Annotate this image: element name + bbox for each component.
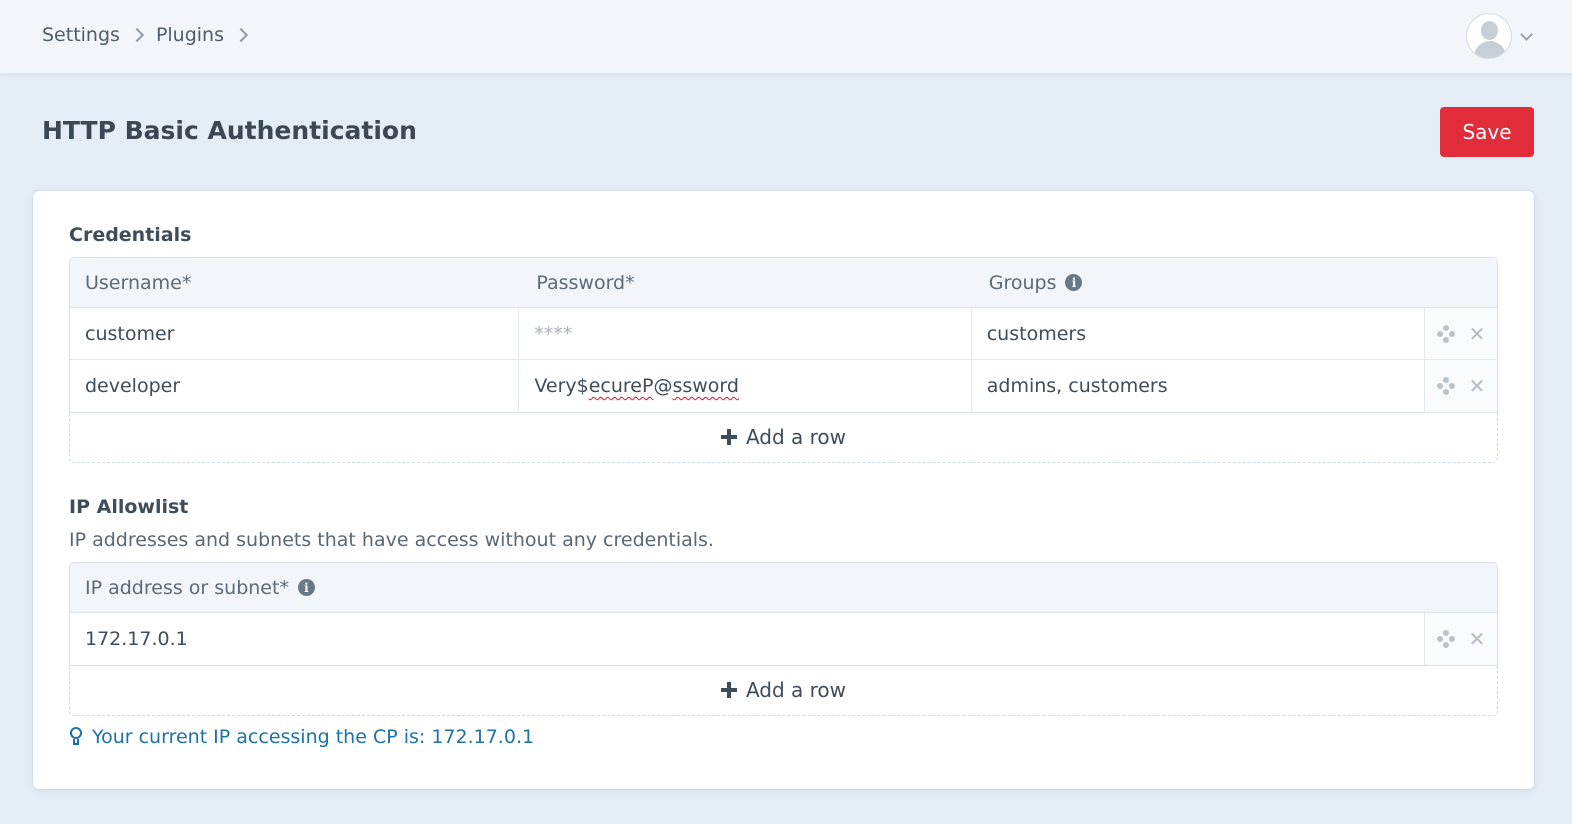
delete-row-icon[interactable]: ✕ <box>1469 376 1486 396</box>
chevron-right-icon <box>129 27 145 43</box>
ip-allowlist-description: IP addresses and subnets that have acces… <box>69 529 714 551</box>
ip-allowlist-table-header: IP address or subnet* i <box>70 563 1497 613</box>
column-groups: Groups i <box>974 258 1425 307</box>
delete-row-icon[interactable]: ✕ <box>1469 324 1486 344</box>
groups-input[interactable]: customers <box>972 308 1426 359</box>
move-icon[interactable] <box>1436 324 1455 343</box>
row-actions: ✕ <box>1425 308 1497 359</box>
username-input[interactable]: developer <box>70 360 520 412</box>
table-row: developer Very$ecureP@ssword admins, cus… <box>70 360 1497 412</box>
add-row-label: Add a row <box>745 677 847 702</box>
user-icon-body <box>1474 41 1506 58</box>
move-icon[interactable] <box>1436 630 1455 648</box>
column-username-label: Username* <box>85 271 192 294</box>
current-ip-text: Your current IP accessing the CP is: 172… <box>92 726 535 748</box>
groups-input[interactable]: admins, customers <box>972 360 1426 412</box>
top-bar: Settings Plugins <box>0 0 1572 74</box>
password-part-misspelled: ssword <box>672 375 739 397</box>
column-ip-address-label: IP address or subnet* <box>85 576 289 599</box>
add-row-label: Add a row <box>745 424 847 449</box>
ip-allowlist-table: IP address or subnet* i 172.17.0.1 ✕ <box>69 562 1498 666</box>
breadcrumb: Settings Plugins <box>42 24 260 46</box>
password-input[interactable]: **** <box>519 308 972 359</box>
column-groups-label: Groups <box>988 271 1057 294</box>
column-actions <box>1425 258 1497 307</box>
breadcrumb-settings[interactable]: Settings <box>42 24 120 46</box>
user-menu[interactable] <box>1466 13 1533 59</box>
column-ip-address: IP address or subnet* i <box>70 563 1425 612</box>
password-part: Very$ <box>534 375 589 397</box>
username-input[interactable]: customer <box>70 308 520 359</box>
info-icon[interactable]: i <box>1065 274 1083 291</box>
ip-allowlist-heading: IP Allowlist <box>69 496 189 518</box>
password-part-misspelled: ecureP <box>588 375 654 397</box>
info-icon[interactable]: i <box>297 579 315 596</box>
settings-panel: Credentials Username* Password* Groups i … <box>33 191 1534 789</box>
chevron-right-icon <box>233 27 249 43</box>
page-title: HTTP Basic Authentication <box>42 116 417 145</box>
current-ip-note: Your current IP accessing the CP is: 172… <box>69 726 534 748</box>
lightbulb-icon <box>69 727 83 747</box>
plus-icon <box>720 681 737 698</box>
ip-address-input[interactable]: 172.17.0.1 <box>70 613 1426 665</box>
save-button[interactable]: Save <box>1440 107 1534 157</box>
credentials-heading: Credentials <box>69 224 192 246</box>
delete-row-icon[interactable]: ✕ <box>1469 629 1486 649</box>
credentials-table: Username* Password* Groups i customer ***… <box>69 257 1498 413</box>
column-password-label: Password* <box>536 271 635 294</box>
chevron-down-icon[interactable] <box>1520 27 1533 41</box>
row-actions: ✕ <box>1425 613 1497 665</box>
table-row: customer **** customers ✕ <box>70 308 1497 360</box>
user-icon-head <box>1481 21 1498 40</box>
password-part: @ <box>653 375 673 397</box>
column-password: Password* <box>521 258 973 307</box>
column-username: Username* <box>70 258 521 307</box>
table-row: 172.17.0.1 ✕ <box>70 613 1497 665</box>
column-actions <box>1425 563 1497 612</box>
credentials-table-header: Username* Password* Groups i <box>70 258 1497 308</box>
move-icon[interactable] <box>1436 377 1455 395</box>
add-credential-row-button[interactable]: Add a row <box>69 411 1498 463</box>
password-input[interactable]: Very$ecureP@ssword <box>519 360 972 412</box>
row-actions: ✕ <box>1425 360 1497 412</box>
plus-icon <box>720 428 737 445</box>
avatar[interactable] <box>1466 13 1512 59</box>
add-ip-row-button[interactable]: Add a row <box>69 664 1498 716</box>
breadcrumb-plugins[interactable]: Plugins <box>156 24 224 46</box>
